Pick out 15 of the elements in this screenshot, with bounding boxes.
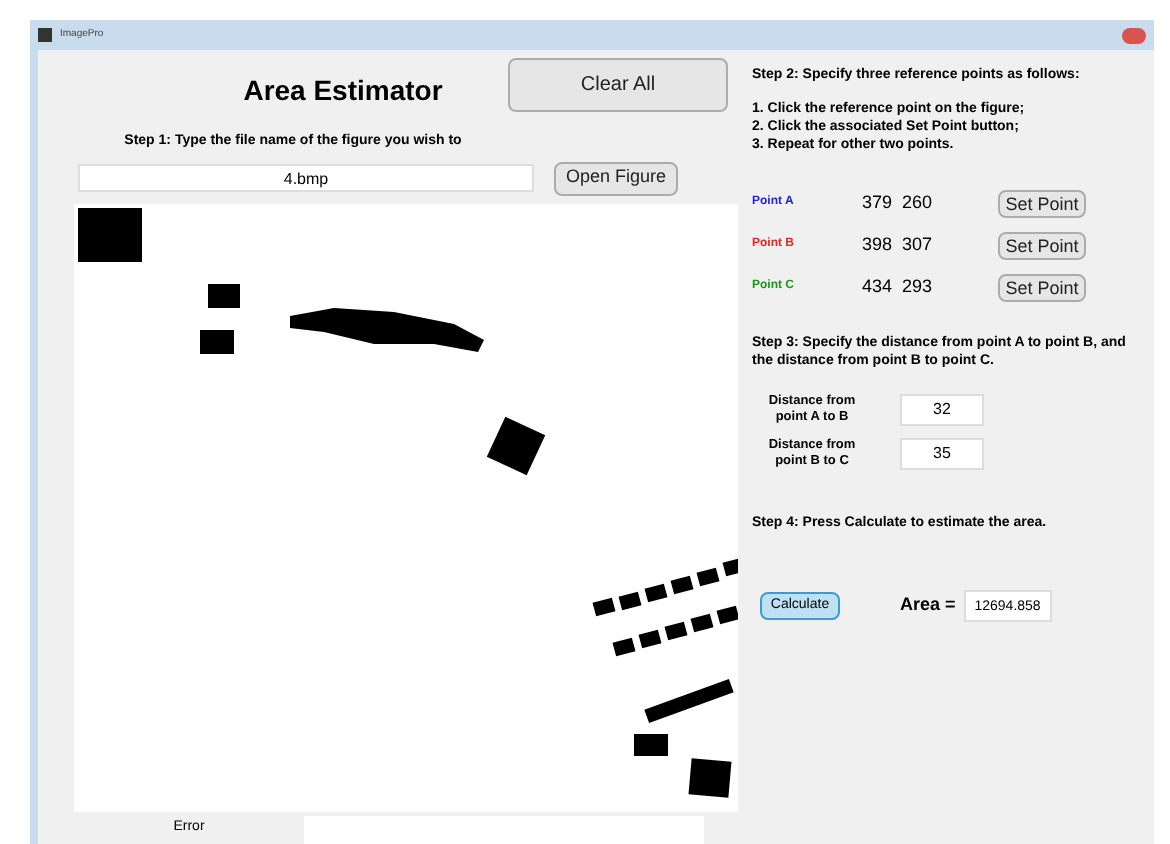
set-point-button[interactable]: Set Point (998, 273, 1086, 301)
set-point-button[interactable]: Set Point (998, 189, 1086, 217)
set-point-button[interactable]: Set Point (998, 231, 1086, 259)
point-coordinates: 398 307 (862, 231, 935, 258)
point-coordinates: 434 293 (862, 273, 935, 300)
distance-field[interactable]: 35 (900, 437, 984, 469)
area-label: Area = (900, 592, 956, 619)
point-coordinates: 379 260 (862, 189, 935, 216)
file-name-field[interactable]: 4.bmp (78, 164, 534, 192)
close-button[interactable] (1122, 27, 1146, 43)
clear-all-button[interactable]: Clear All (508, 58, 728, 112)
open-figure-button[interactable]: Open Figure (554, 161, 678, 195)
app-icon (38, 28, 52, 42)
app-heading: Area Estimator (243, 72, 443, 110)
distance-field[interactable]: 32 (900, 393, 984, 425)
